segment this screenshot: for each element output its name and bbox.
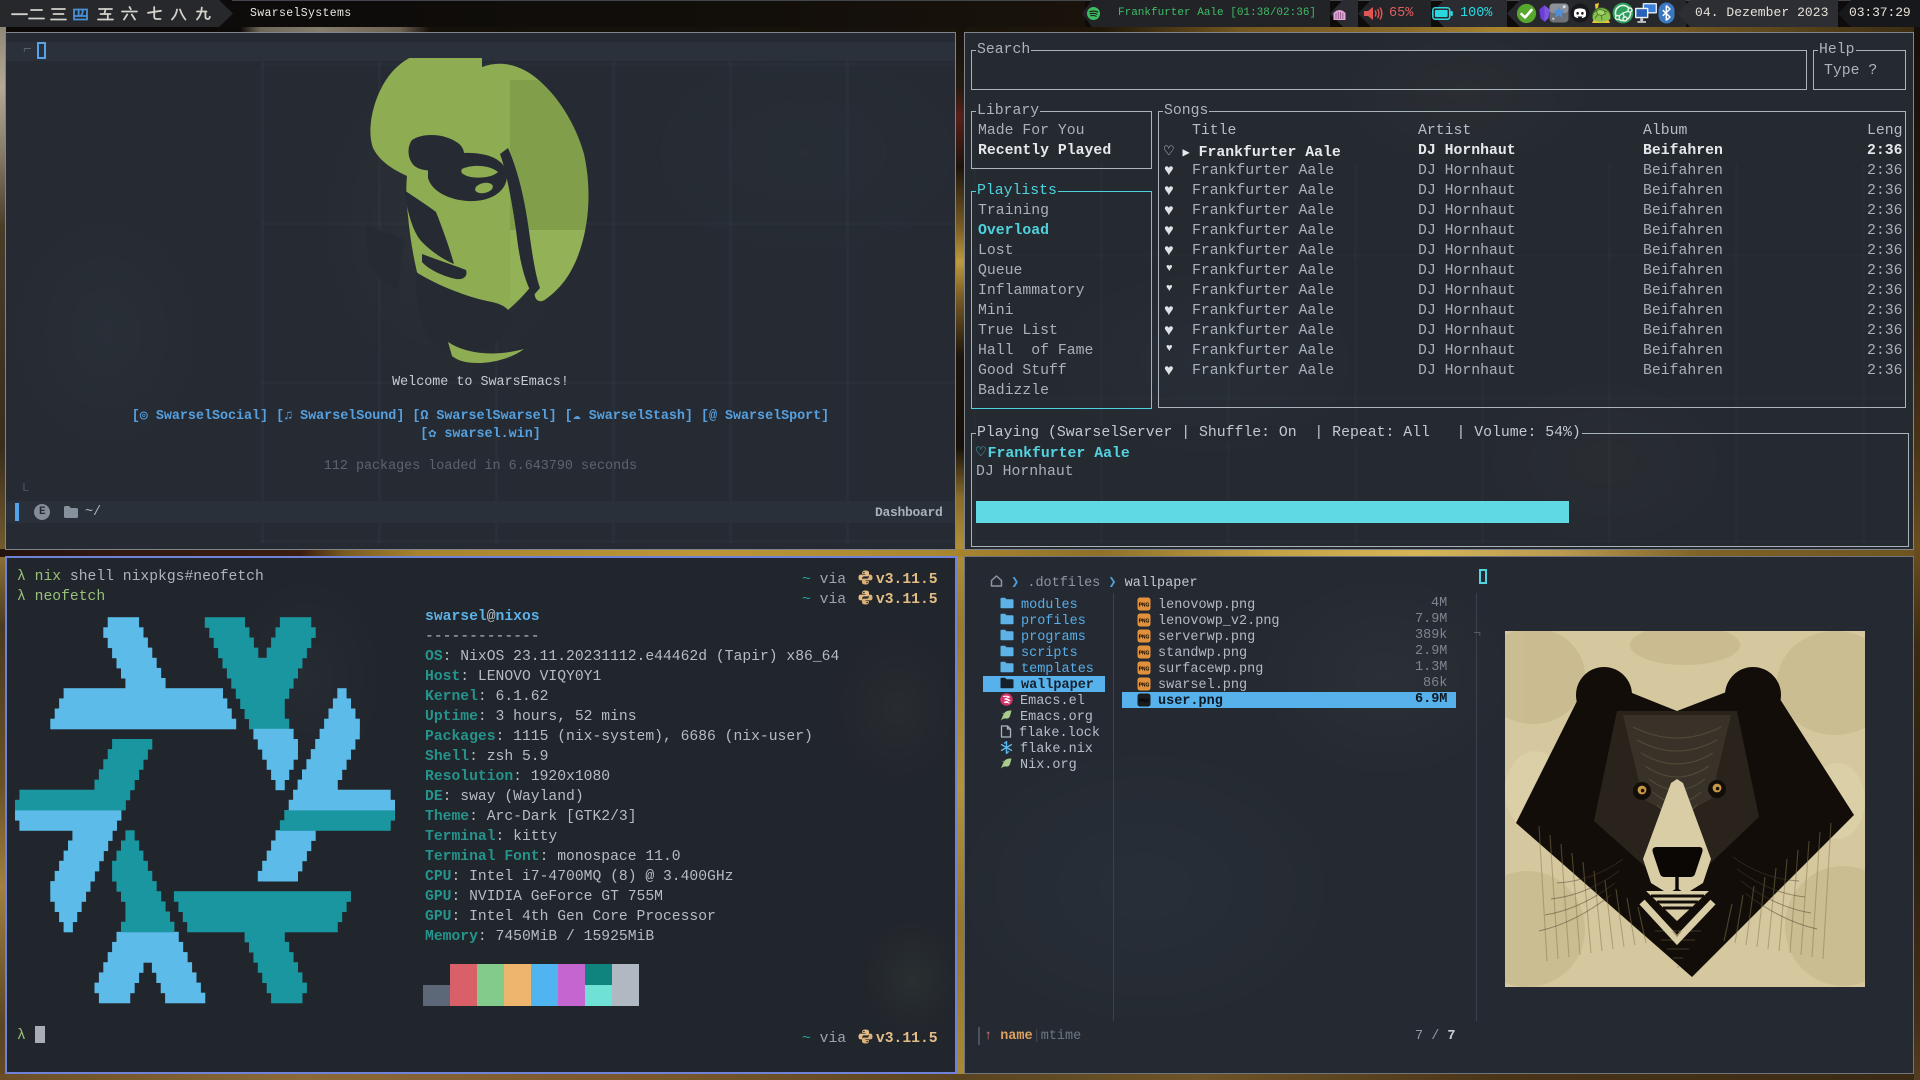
svg-text:PNG: PNG xyxy=(1139,699,1150,705)
svg-text:PNG: PNG xyxy=(1139,683,1150,689)
svg-text:PNG: PNG xyxy=(1139,667,1150,673)
svg-text:PNG: PNG xyxy=(1139,603,1150,609)
svg-text:PNG: PNG xyxy=(1139,651,1150,657)
svg-text:PNG: PNG xyxy=(1139,635,1150,641)
svg-text:PNG: PNG xyxy=(1139,619,1150,625)
